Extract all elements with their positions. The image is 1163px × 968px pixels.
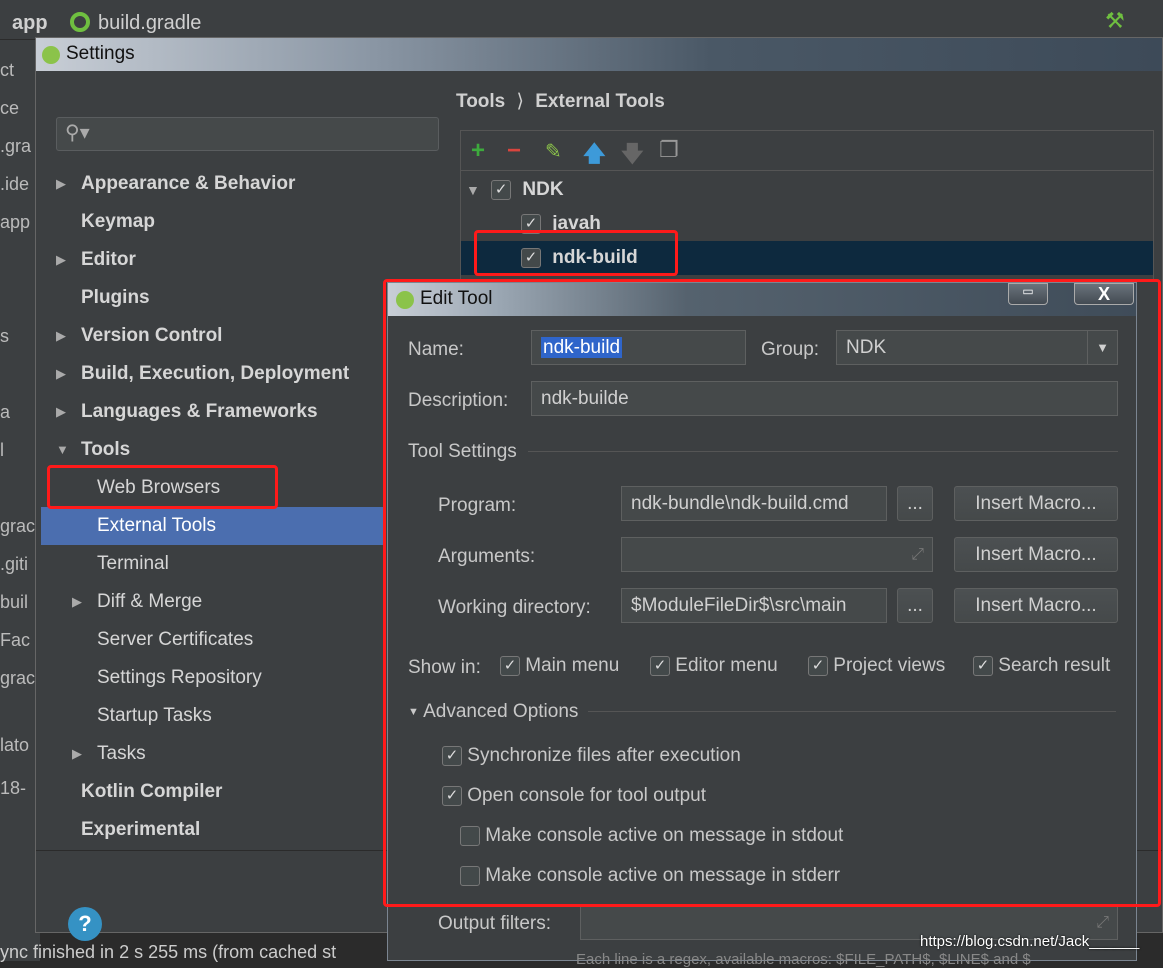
breadcrumb-tools: Tools — [456, 91, 506, 112]
project-item[interactable]: app — [0, 212, 30, 233]
edit-icon[interactable]: ✎ — [545, 139, 562, 164]
search-icon: ⚲▾ — [65, 122, 90, 144]
sidebar-item[interactable]: Plugins — [41, 279, 383, 317]
breadcrumb-build-gradle[interactable]: build.gradle — [98, 12, 201, 35]
checkbox-ndk[interactable]: ✓ — [491, 179, 512, 200]
sidebar-item[interactable]: Terminal — [41, 545, 383, 583]
output-filters-hint: Each line is a regex, available macros: … — [576, 951, 1031, 968]
sidebar-item-label: Keymap — [81, 211, 155, 232]
project-item[interactable]: ct — [0, 60, 14, 81]
sidebar-item-label: Appearance & Behavior — [81, 173, 296, 194]
sidebar-item-label: Tools — [81, 439, 131, 460]
expand-arrow-icon[interactable]: ▶ — [56, 241, 66, 279]
highlight-ndk-build — [474, 230, 678, 276]
project-item[interactable]: 18- — [0, 778, 26, 799]
project-item[interactable]: buil — [0, 592, 28, 613]
help-button[interactable]: ? — [68, 907, 102, 941]
sidebar-item[interactable]: External Tools — [41, 507, 383, 545]
settings-search-input[interactable]: ⚲▾ — [56, 117, 439, 151]
sidebar-item-label: Server Certificates — [97, 629, 254, 650]
copy-icon[interactable]: ❐ — [659, 137, 679, 163]
project-panel: ct ce .gra .ide app s a l grac .giti buil Fac grac la… — [0, 40, 40, 961]
sidebar-item-label: Editor — [81, 249, 136, 270]
settings-breadcrumb: Tools ⟩ External Tools — [456, 91, 665, 112]
tools-toolbar: + − ✎ 🡅 🡇 ❐ — [461, 131, 1153, 171]
expand-arrow-icon[interactable]: ▶ — [72, 735, 82, 773]
sidebar-item[interactable]: Settings Repository — [41, 659, 383, 697]
expand-arrow-icon[interactable]: ▶ — [56, 355, 66, 393]
sidebar-item[interactable]: ▶ Languages & Frameworks — [41, 393, 383, 431]
sidebar-item[interactable]: Keymap — [41, 203, 383, 241]
move-down-icon[interactable]: 🡇 — [621, 137, 644, 175]
sidebar-item-label: Terminal — [97, 553, 169, 574]
project-item[interactable]: lato — [0, 735, 29, 756]
add-icon[interactable]: + — [471, 137, 485, 165]
expand-arrow-icon[interactable]: ▶ — [72, 583, 82, 621]
project-item[interactable]: .gra — [0, 136, 31, 157]
output-filters-label: Output filters: — [438, 913, 551, 934]
sidebar-item[interactable]: Experimental — [41, 811, 383, 849]
sidebar-item-label: Version Control — [81, 325, 223, 346]
project-item[interactable]: grac — [0, 516, 35, 537]
breadcrumb-external-tools: External Tools — [535, 91, 665, 112]
expand-arrow-icon[interactable]: ▶ — [56, 393, 66, 431]
sidebar-item-label: Languages & Frameworks — [81, 401, 318, 422]
settings-title-bar: Settings — [36, 38, 1162, 71]
project-item[interactable]: grac — [0, 668, 35, 689]
sidebar-item[interactable]: ▶ Tasks — [41, 735, 383, 773]
sidebar-item-label: Build, Execution, Deployment — [81, 363, 350, 384]
project-item[interactable]: a — [0, 402, 10, 423]
sidebar-item[interactable]: ▶ Version Control — [41, 317, 383, 355]
project-item[interactable]: s — [0, 326, 9, 347]
move-up-icon[interactable]: 🡅 — [583, 137, 606, 175]
sidebar-item-label: Startup Tasks — [97, 705, 212, 726]
project-item[interactable]: .giti — [0, 554, 28, 575]
sidebar-item-label: Settings Repository — [97, 667, 262, 688]
sidebar-item[interactable]: ▶ Build, Execution, Deployment — [41, 355, 383, 393]
sidebar-item-label: Kotlin Compiler — [81, 781, 223, 802]
highlight-edit-tool — [383, 279, 1161, 907]
expand-arrow-icon[interactable]: ▶ — [56, 317, 66, 355]
remove-icon[interactable]: − — [507, 137, 521, 165]
sidebar-item[interactable]: ▶ Editor — [41, 241, 383, 279]
project-item[interactable]: ce — [0, 98, 19, 119]
build-hammer-icon[interactable]: ⚒ — [1105, 8, 1125, 34]
expand-arrow-icon[interactable]: ▶ — [56, 165, 66, 203]
sidebar-item[interactable]: ▼ Tools — [41, 431, 383, 469]
watermark: https://blog.csdn.net/Jack______ — [920, 933, 1140, 950]
tool-label: NDK — [522, 179, 564, 200]
sidebar-item[interactable]: Kotlin Compiler — [41, 773, 383, 811]
sidebar-item[interactable]: Startup Tasks — [41, 697, 383, 735]
ide-navbar: app build.gradle ⚒ — [0, 0, 1163, 40]
sidebar-item-label: Plugins — [81, 287, 150, 308]
sidebar-item-label: External Tools — [97, 515, 216, 536]
project-item[interactable]: Fac — [0, 630, 30, 651]
sidebar-item-label: Experimental — [81, 819, 201, 840]
tool-group-ndk[interactable]: ▼ ✓ NDK — [461, 173, 1153, 207]
sidebar-item[interactable]: ▶ Diff & Merge — [41, 583, 383, 621]
gradle-icon — [70, 12, 90, 32]
sidebar-item[interactable]: ▶ Appearance & Behavior — [41, 165, 383, 203]
sidebar-item[interactable]: Server Certificates — [41, 621, 383, 659]
android-icon — [42, 46, 60, 64]
status-bar-text: ync finished in 2 s 255 ms (from cached … — [0, 942, 337, 962]
collapse-arrow-icon[interactable]: ▼ — [56, 431, 69, 469]
sidebar-item-label: Diff & Merge — [97, 591, 203, 612]
project-item[interactable]: l — [0, 440, 4, 461]
project-item[interactable]: .ide — [0, 174, 29, 195]
breadcrumb-app[interactable]: app — [12, 12, 48, 35]
highlight-external-tools — [47, 465, 278, 509]
settings-title: Settings — [66, 43, 135, 64]
expand-arrow-icon[interactable]: ▼ — [466, 182, 480, 198]
sidebar-item-label: Tasks — [97, 743, 146, 764]
